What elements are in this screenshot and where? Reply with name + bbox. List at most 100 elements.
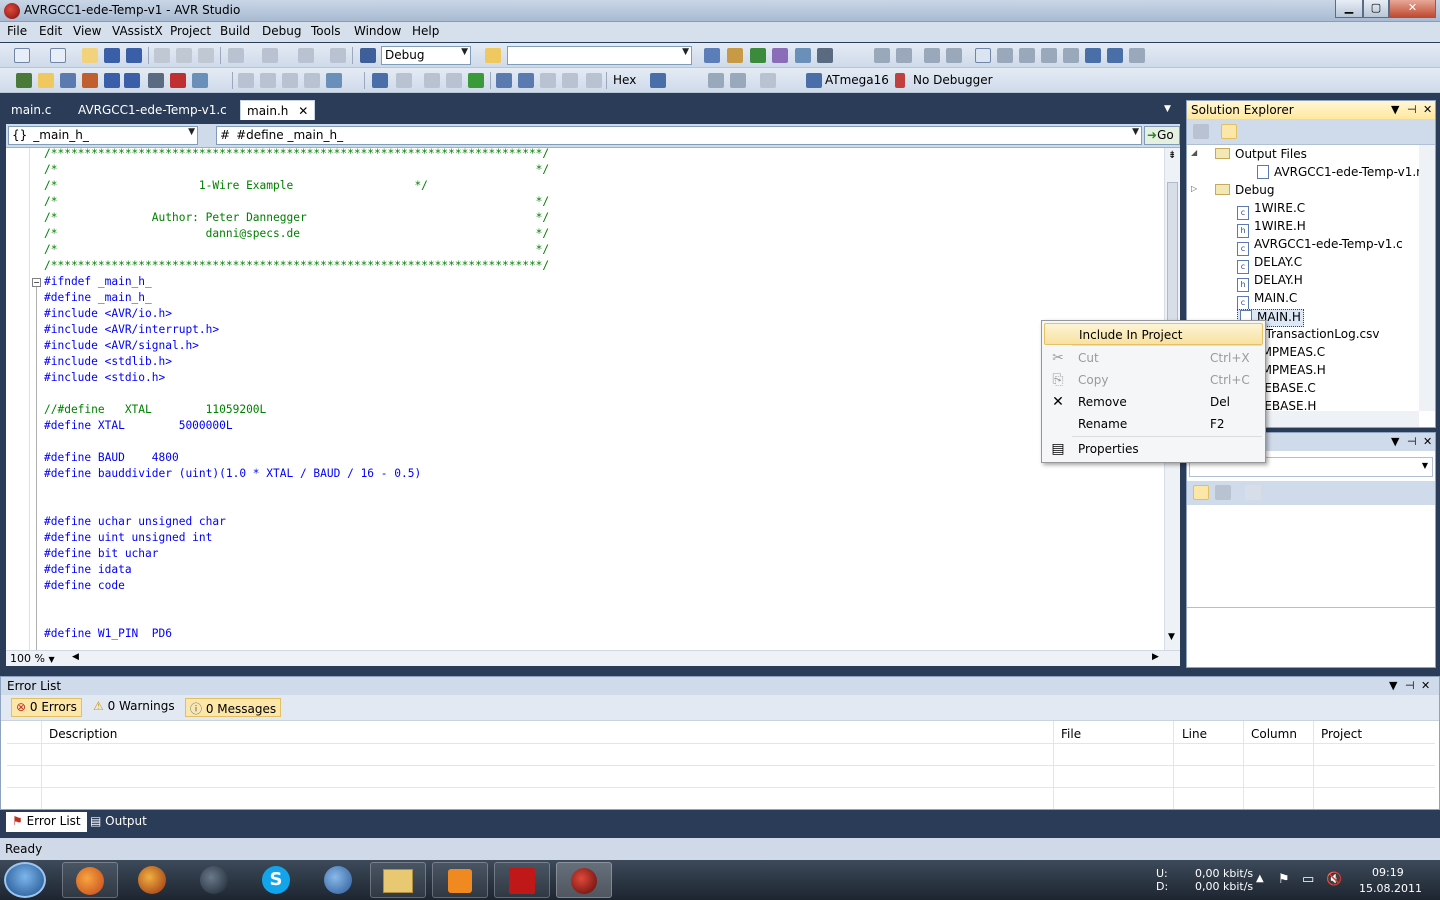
acrobat-icon[interactable] <box>494 862 550 898</box>
prev-bookmark-folder-icon[interactable] <box>1041 48 1057 63</box>
processor-view-icon[interactable] <box>708 73 724 88</box>
solution-explorer-icon[interactable] <box>704 48 720 63</box>
scroll-right-icon[interactable]: ▶ <box>1152 652 1159 662</box>
media-player-icon[interactable] <box>432 862 488 898</box>
registers-icon[interactable] <box>282 73 298 88</box>
minimize-button[interactable]: ▁ <box>1335 0 1363 18</box>
paste-icon[interactable] <box>198 48 214 63</box>
avr-studio-taskbar-icon[interactable] <box>556 862 612 898</box>
tree-item[interactable]: c AVRGCC1-ede-Temp-v1.c <box>1237 237 1403 256</box>
skype-icon[interactable]: S <box>248 862 304 898</box>
warnings-filter-button[interactable]: ⚠ 0 Warnings <box>89 698 179 717</box>
hex-toggle[interactable]: Hex <box>613 73 636 87</box>
breakpoints-icon[interactable] <box>650 73 666 88</box>
expander-icon[interactable]: ▷ <box>1191 184 1197 193</box>
navigate-forward-icon[interactable] <box>330 48 346 63</box>
step-into-icon[interactable] <box>496 73 512 88</box>
device-programming-icon[interactable] <box>124 73 140 88</box>
redo-icon[interactable] <box>262 48 278 63</box>
solution-config-select[interactable]: Debug ▼ <box>381 46 471 65</box>
extensions-icon[interactable] <box>795 48 811 63</box>
save-all-icon[interactable] <box>126 48 142 63</box>
menu-edit[interactable]: Edit <box>39 24 62 38</box>
add-item-icon[interactable] <box>50 48 66 63</box>
device-label[interactable]: ATmega16 <box>825 73 889 87</box>
open-file-icon[interactable] <box>82 48 98 63</box>
start-debug-icon[interactable] <box>360 48 376 63</box>
tab-main-h[interactable]: main.h ✕ <box>240 100 316 120</box>
tree-item[interactable]: c 1WIRE.C <box>1237 201 1305 220</box>
next-bookmark-folder-icon[interactable] <box>1063 48 1079 63</box>
tab-main-c[interactable]: main.c <box>5 100 57 120</box>
menu-file[interactable]: File <box>7 24 27 38</box>
toolbox-icon[interactable] <box>772 48 788 63</box>
navigate-back-icon[interactable] <box>298 48 314 63</box>
tree-item[interactable]: c DELAY.C <box>1237 255 1302 274</box>
spell-check-icon[interactable] <box>170 73 186 88</box>
code-editor[interactable]: − /*************************************… <box>6 147 1180 650</box>
step-out-icon[interactable] <box>540 73 556 88</box>
member-dropdown[interactable]: # #define _main_h_ ▼ <box>216 126 1142 145</box>
debugger-label[interactable]: No Debugger <box>913 73 993 87</box>
cut-icon[interactable] <box>154 48 170 63</box>
menu-window[interactable]: Window <box>354 24 401 38</box>
save-icon[interactable] <box>104 48 120 63</box>
action-center-flag-icon[interactable]: ⚑ <box>1278 872 1290 887</box>
properties-icon[interactable] <box>1193 124 1209 139</box>
collapse-icon[interactable]: − <box>32 278 41 287</box>
horizontal-scrollbar[interactable]: 100 % ▼ ◀ ▶ <box>6 650 1180 666</box>
break-icon[interactable] <box>446 73 462 88</box>
menu-help[interactable]: Help <box>412 24 439 38</box>
command-window-icon[interactable] <box>817 48 833 63</box>
media-app-icon[interactable] <box>186 862 242 898</box>
clock-time[interactable]: 09:19 <box>1372 866 1404 879</box>
expander-icon[interactable]: ◢ <box>1191 148 1197 157</box>
bookmark-icon[interactable] <box>975 48 991 63</box>
run-to-cursor-icon[interactable] <box>562 73 578 88</box>
build-icon[interactable] <box>16 73 32 88</box>
errors-filter-button[interactable]: ⊗ 0 Errors <box>11 698 82 717</box>
watch-icon[interactable] <box>326 73 342 88</box>
step-over-icon[interactable] <box>518 73 534 88</box>
thunderbird-icon[interactable] <box>310 862 366 898</box>
column-column[interactable]: Column <box>1251 727 1297 741</box>
rebuild-icon[interactable] <box>60 73 76 88</box>
menu-build[interactable]: Build <box>220 24 250 38</box>
continue-icon[interactable] <box>468 73 484 88</box>
pin-icon[interactable]: ⊣ <box>1407 435 1417 448</box>
io-view-icon[interactable] <box>304 73 320 88</box>
network-icon[interactable]: ▭ <box>1302 872 1314 887</box>
find-combo[interactable]: ▼ <box>507 46 692 65</box>
menu-debug[interactable]: Debug <box>262 24 301 38</box>
close-button[interactable]: ✕ <box>1389 0 1436 18</box>
start-button[interactable] <box>4 862 46 898</box>
go-button[interactable]: ➜Go <box>1144 126 1180 145</box>
tab-list-icon[interactable]: ▼ <box>1164 104 1171 114</box>
show-all-files-icon[interactable] <box>1221 124 1237 139</box>
menu-project[interactable]: Project <box>170 24 211 38</box>
panel-menu-icon[interactable]: ▼ <box>1391 435 1399 448</box>
clock-date[interactable]: 15.08.2011 <box>1359 882 1422 895</box>
disassembly-icon[interactable] <box>238 73 254 88</box>
prev-bookmark-doc-icon[interactable] <box>1085 48 1101 63</box>
compile-icon[interactable] <box>82 73 98 88</box>
menu-tools[interactable]: Tools <box>311 24 341 38</box>
column-description[interactable]: Description <box>49 727 117 741</box>
tree-item[interactable]: AVRGCC1-ede-Temp-v1.m <box>1257 165 1419 183</box>
close-panel-icon[interactable]: ✕ <box>1421 679 1430 692</box>
start-debugging-icon[interactable] <box>372 73 388 88</box>
categorized-icon[interactable] <box>1193 485 1209 500</box>
firefox-icon[interactable] <box>62 862 118 898</box>
scroll-down-icon[interactable]: ▼ <box>1168 632 1175 642</box>
context-menu-item[interactable]: ▤ Properties <box>1044 438 1263 460</box>
tree-item[interactable]: h DELAY.H <box>1237 273 1303 292</box>
next-bookmark-icon[interactable] <box>1019 48 1035 63</box>
find-symbol-icon[interactable] <box>192 73 208 88</box>
tree-item[interactable]: ▷ Debug <box>1191 183 1274 201</box>
tree-item[interactable]: c MAIN.C <box>1237 291 1297 310</box>
uncomment-icon[interactable] <box>946 48 962 63</box>
menu-view[interactable]: View <box>73 24 101 38</box>
options-icon[interactable] <box>148 73 164 88</box>
maximize-button[interactable]: ▢ <box>1363 0 1389 18</box>
property-pages-icon[interactable] <box>1245 485 1261 500</box>
